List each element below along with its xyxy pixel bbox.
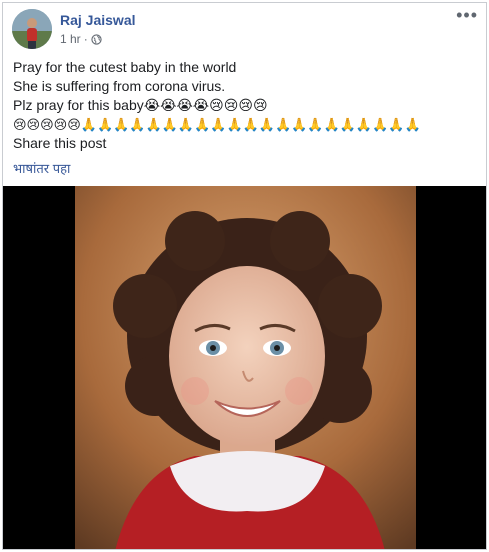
post-header: Raj Jaiswal 1 hr · •••	[3, 3, 486, 53]
see-translation-link[interactable]: भाषांतर पहा	[13, 159, 70, 177]
avatar[interactable]	[12, 9, 52, 49]
author-name[interactable]: Raj Jaiswal	[60, 12, 136, 28]
post-line-4: 😢😢😢😢😢🙏🙏🙏🙏🙏🙏🙏🙏🙏🙏🙏🙏🙏🙏🙏🙏🙏🙏🙏🙏🙏	[13, 117, 421, 132]
post-card: Raj Jaiswal 1 hr · ••• Pray for the cute…	[2, 2, 487, 550]
post-line-2: She is suffering from corona virus.	[13, 78, 226, 94]
post-time[interactable]: 1 hr	[60, 32, 81, 46]
post-text: Pray for the cutest baby in the world Sh…	[13, 58, 483, 153]
post-photo[interactable]	[3, 186, 486, 549]
meta-separator: ·	[83, 32, 88, 46]
post-line-5: Share this post	[13, 135, 107, 151]
post-meta: 1 hr ·	[60, 32, 102, 46]
post-line-1: Pray for the cutest baby in the world	[13, 59, 237, 75]
more-options-icon[interactable]: •••	[456, 6, 478, 24]
child-portrait-illustration	[75, 186, 416, 549]
post-line-3: Plz pray for this baby😭😭😭😭😢😢😢😢	[13, 97, 268, 113]
globe-icon[interactable]	[91, 33, 102, 45]
avatar-image	[12, 9, 52, 49]
photo-image	[75, 186, 416, 549]
